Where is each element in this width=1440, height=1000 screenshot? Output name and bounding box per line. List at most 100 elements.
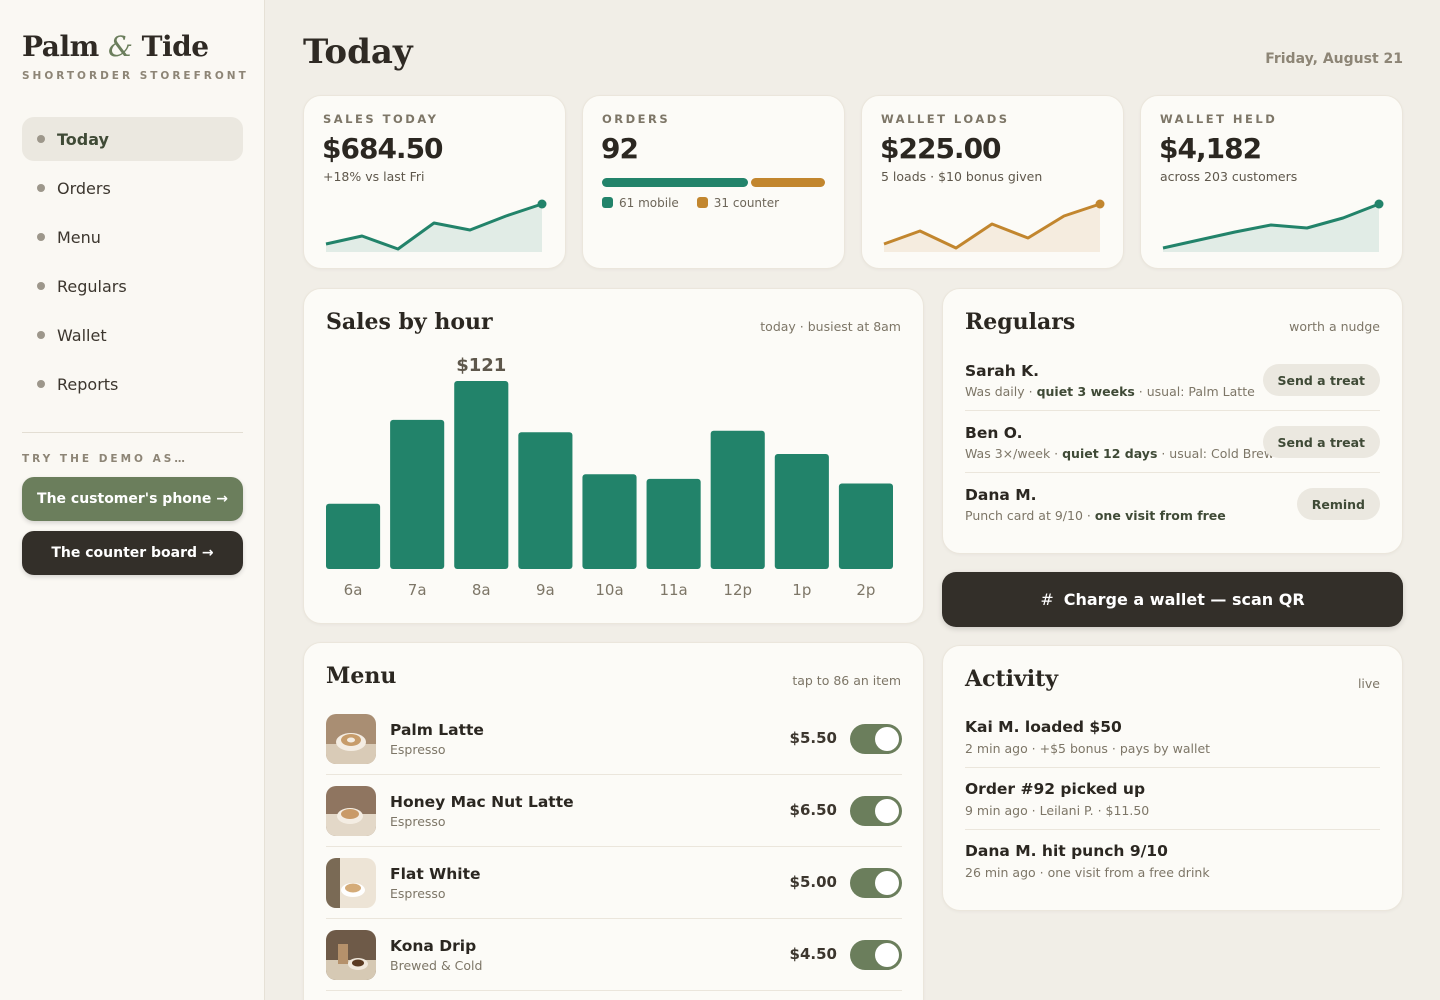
send-treat-button[interactable]: Send a treat (1262, 426, 1380, 458)
card-hint: worth a nudge (1289, 319, 1380, 334)
availability-toggle[interactable] (850, 940, 902, 970)
desc-highlight: quiet 12 days (1062, 446, 1158, 461)
wallet-held-sparkline (1162, 199, 1384, 252)
latte-photo (326, 714, 376, 764)
stat-sub: across 203 customers (1160, 169, 1298, 184)
dot-icon (37, 135, 45, 143)
activity-title: Kai M. loaded $50 (965, 718, 1122, 736)
availability-toggle[interactable] (850, 868, 902, 898)
stat-card-wallet-loads[interactable]: WALLET LOADS $225.00 5 loads · $10 bonus… (861, 95, 1124, 269)
sidebar-item-label: Orders (57, 178, 111, 198)
card-hint: live (1357, 676, 1380, 691)
send-treat-button[interactable]: Send a treat (1262, 364, 1380, 396)
sidebar-item-reports[interactable]: Reports (22, 362, 243, 406)
customer-phone-demo-button[interactable]: The customer's phone → (22, 477, 243, 521)
regular-name: Ben O. (965, 424, 1023, 442)
menu-item-category: Brewed & Cold (390, 958, 483, 973)
availability-toggle[interactable] (850, 724, 902, 754)
regular-name: Dana M. (965, 486, 1037, 504)
stat-label: WALLET LOADS (881, 112, 1010, 126)
x-tick-label: 9a (536, 581, 555, 599)
bar-9a[interactable] (518, 432, 573, 569)
bar-12p[interactable] (710, 430, 765, 569)
brand-logo[interactable]: Palm & Tide (22, 30, 209, 63)
bar-2p[interactable] (838, 483, 893, 569)
x-tick-label: 2p (856, 581, 875, 599)
sidebar-item-today[interactable]: Today (22, 117, 243, 161)
regular-name: Sarah K. (965, 362, 1040, 380)
sidebar-item-orders[interactable]: Orders (22, 166, 243, 210)
page-title: Today (303, 32, 413, 72)
sidebar-divider (22, 432, 243, 433)
toggle-knob (875, 799, 899, 823)
bar-1p[interactable] (774, 454, 829, 569)
stat-value: $4,182 (1159, 132, 1262, 165)
legend-label: 61 mobile (619, 196, 679, 210)
remind-button[interactable]: Remind (1296, 488, 1380, 520)
regular-row: Ben O. Was 3×/week · quiet 12 days · usu… (965, 424, 1380, 486)
regulars-card: Regulars worth a nudge Sarah K. Was dail… (942, 288, 1403, 554)
sidebar-nav: Today Orders Menu Regulars Wallet Report… (22, 117, 243, 411)
availability-toggle[interactable] (850, 796, 902, 826)
divider (965, 472, 1380, 473)
bar-10a[interactable] (582, 474, 637, 569)
gold-swatch-icon (696, 197, 708, 208)
regular-desc: Was 3×/week · quiet 12 days · usual: Col… (965, 446, 1274, 461)
x-tick-label: 7a (408, 581, 427, 599)
dot-icon (37, 380, 45, 388)
counter-board-demo-button[interactable]: The counter board → (22, 531, 243, 575)
stat-value: $225.00 (880, 132, 1002, 165)
activity-item: Order #92 picked up 9 min ago · Leilani … (965, 780, 1380, 818)
divider (326, 990, 902, 991)
stat-label: WALLET HELD (1160, 112, 1278, 126)
stat-card-sales[interactable]: SALES TODAY $684.50 +18% vs last Fri (303, 95, 566, 269)
x-tick-label: 12p (723, 581, 752, 599)
peak-data-label: $121 (456, 355, 506, 376)
charge-wallet-button[interactable]: # Charge a wallet — scan QR (942, 572, 1403, 627)
sidebar-item-regulars[interactable]: Regulars (22, 264, 243, 308)
sales-sparkline (325, 199, 547, 252)
activity-title: Dana M. hit punch 9/10 (965, 842, 1168, 860)
sidebar-item-wallet[interactable]: Wallet (22, 313, 243, 357)
activity-sub: 9 min ago · Leilani P. · $11.50 (965, 803, 1150, 818)
sales-by-hour-card: Sales by hour today · busiest at 8am 6a 7… (303, 288, 924, 624)
stat-value: $684.50 (322, 132, 444, 165)
desc-text: Was 3×/week · (965, 446, 1063, 461)
sidebar-item-menu[interactable]: Menu (22, 215, 243, 259)
bar-8a[interactable] (454, 381, 509, 569)
activity-title: Order #92 picked up (965, 780, 1146, 798)
latte-photo (326, 786, 376, 836)
menu-item-price: $4.50 (789, 945, 837, 963)
menu-item-name: Kona Drip (390, 937, 477, 955)
regular-row: Sarah K. Was daily · quiet 3 weeks · usu… (965, 362, 1380, 424)
dot-icon (37, 184, 45, 192)
stat-card-orders[interactable]: ORDERS 92 61 mobile 31 counter (582, 95, 845, 269)
sidebar: Palm & Tide SHORTORDER STOREFRONT Today … (0, 0, 265, 1000)
mobile-segment (602, 178, 748, 187)
regular-desc: Was daily · quiet 3 weeks · usual: Palm … (965, 384, 1255, 399)
x-tick-label: 8a (472, 581, 491, 599)
divider (326, 774, 902, 775)
bar-6a[interactable] (326, 503, 381, 569)
regular-row: Dana M. Punch card at 9/10 · one visit f… (965, 486, 1380, 548)
charge-wallet-label: Charge a wallet — scan QR (1063, 590, 1305, 609)
orders-split-bar (602, 178, 825, 187)
stat-card-wallet-held[interactable]: WALLET HELD $4,182 across 203 customers (1140, 95, 1403, 269)
stat-label: SALES TODAY (323, 112, 439, 126)
card-hint: tap to 86 an item (792, 673, 901, 688)
counter-segment (750, 178, 825, 187)
activity-item: Dana M. hit punch 9/10 26 min ago · one … (965, 842, 1380, 880)
dot-icon (37, 233, 45, 241)
bar-7a[interactable] (390, 419, 445, 569)
x-tick-label: 11a (659, 581, 687, 599)
menu-item-name: Palm Latte (390, 721, 484, 739)
bar-11a[interactable] (646, 478, 701, 569)
menu-item-price: $5.50 (789, 729, 837, 747)
menu-card: Menu tap to 86 an item Palm Latte Espres… (303, 642, 924, 1000)
menu-item: Honey Mac Nut Latte Espresso $6.50 (326, 786, 902, 858)
sidebar-item-label: Regulars (57, 276, 127, 296)
dot-icon (37, 282, 45, 290)
card-title: Regulars (965, 309, 1076, 335)
flat-white-photo (326, 858, 376, 908)
desc-text: · usual: Palm Latte (1134, 384, 1255, 399)
